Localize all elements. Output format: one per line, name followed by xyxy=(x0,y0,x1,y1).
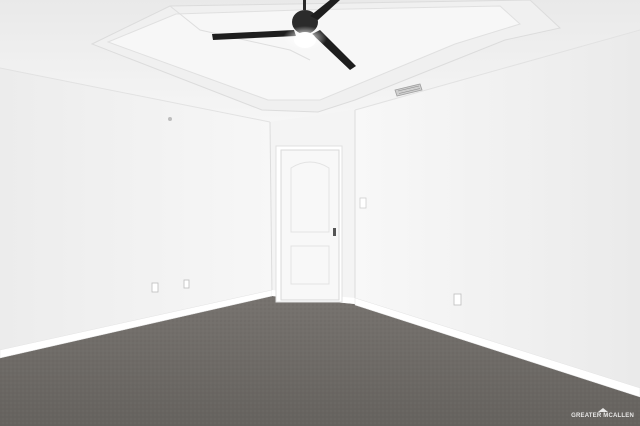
watermark-logo: GREATER MCALLEN xyxy=(571,408,634,420)
outlet-left-1 xyxy=(151,282,159,293)
door xyxy=(280,149,340,301)
empty-bedroom-photo: GREATER MCALLEN xyxy=(0,0,640,426)
watermark-text: GREATER MCALLEN xyxy=(571,413,634,419)
fan-light xyxy=(294,32,316,48)
wall-sensor xyxy=(168,117,172,121)
door-knob xyxy=(333,228,336,236)
light-switch xyxy=(359,197,367,209)
room-illustration xyxy=(0,0,640,426)
outlet-left-2 xyxy=(183,279,190,289)
outlet-right xyxy=(453,293,462,306)
house-roof-icon xyxy=(597,408,608,412)
